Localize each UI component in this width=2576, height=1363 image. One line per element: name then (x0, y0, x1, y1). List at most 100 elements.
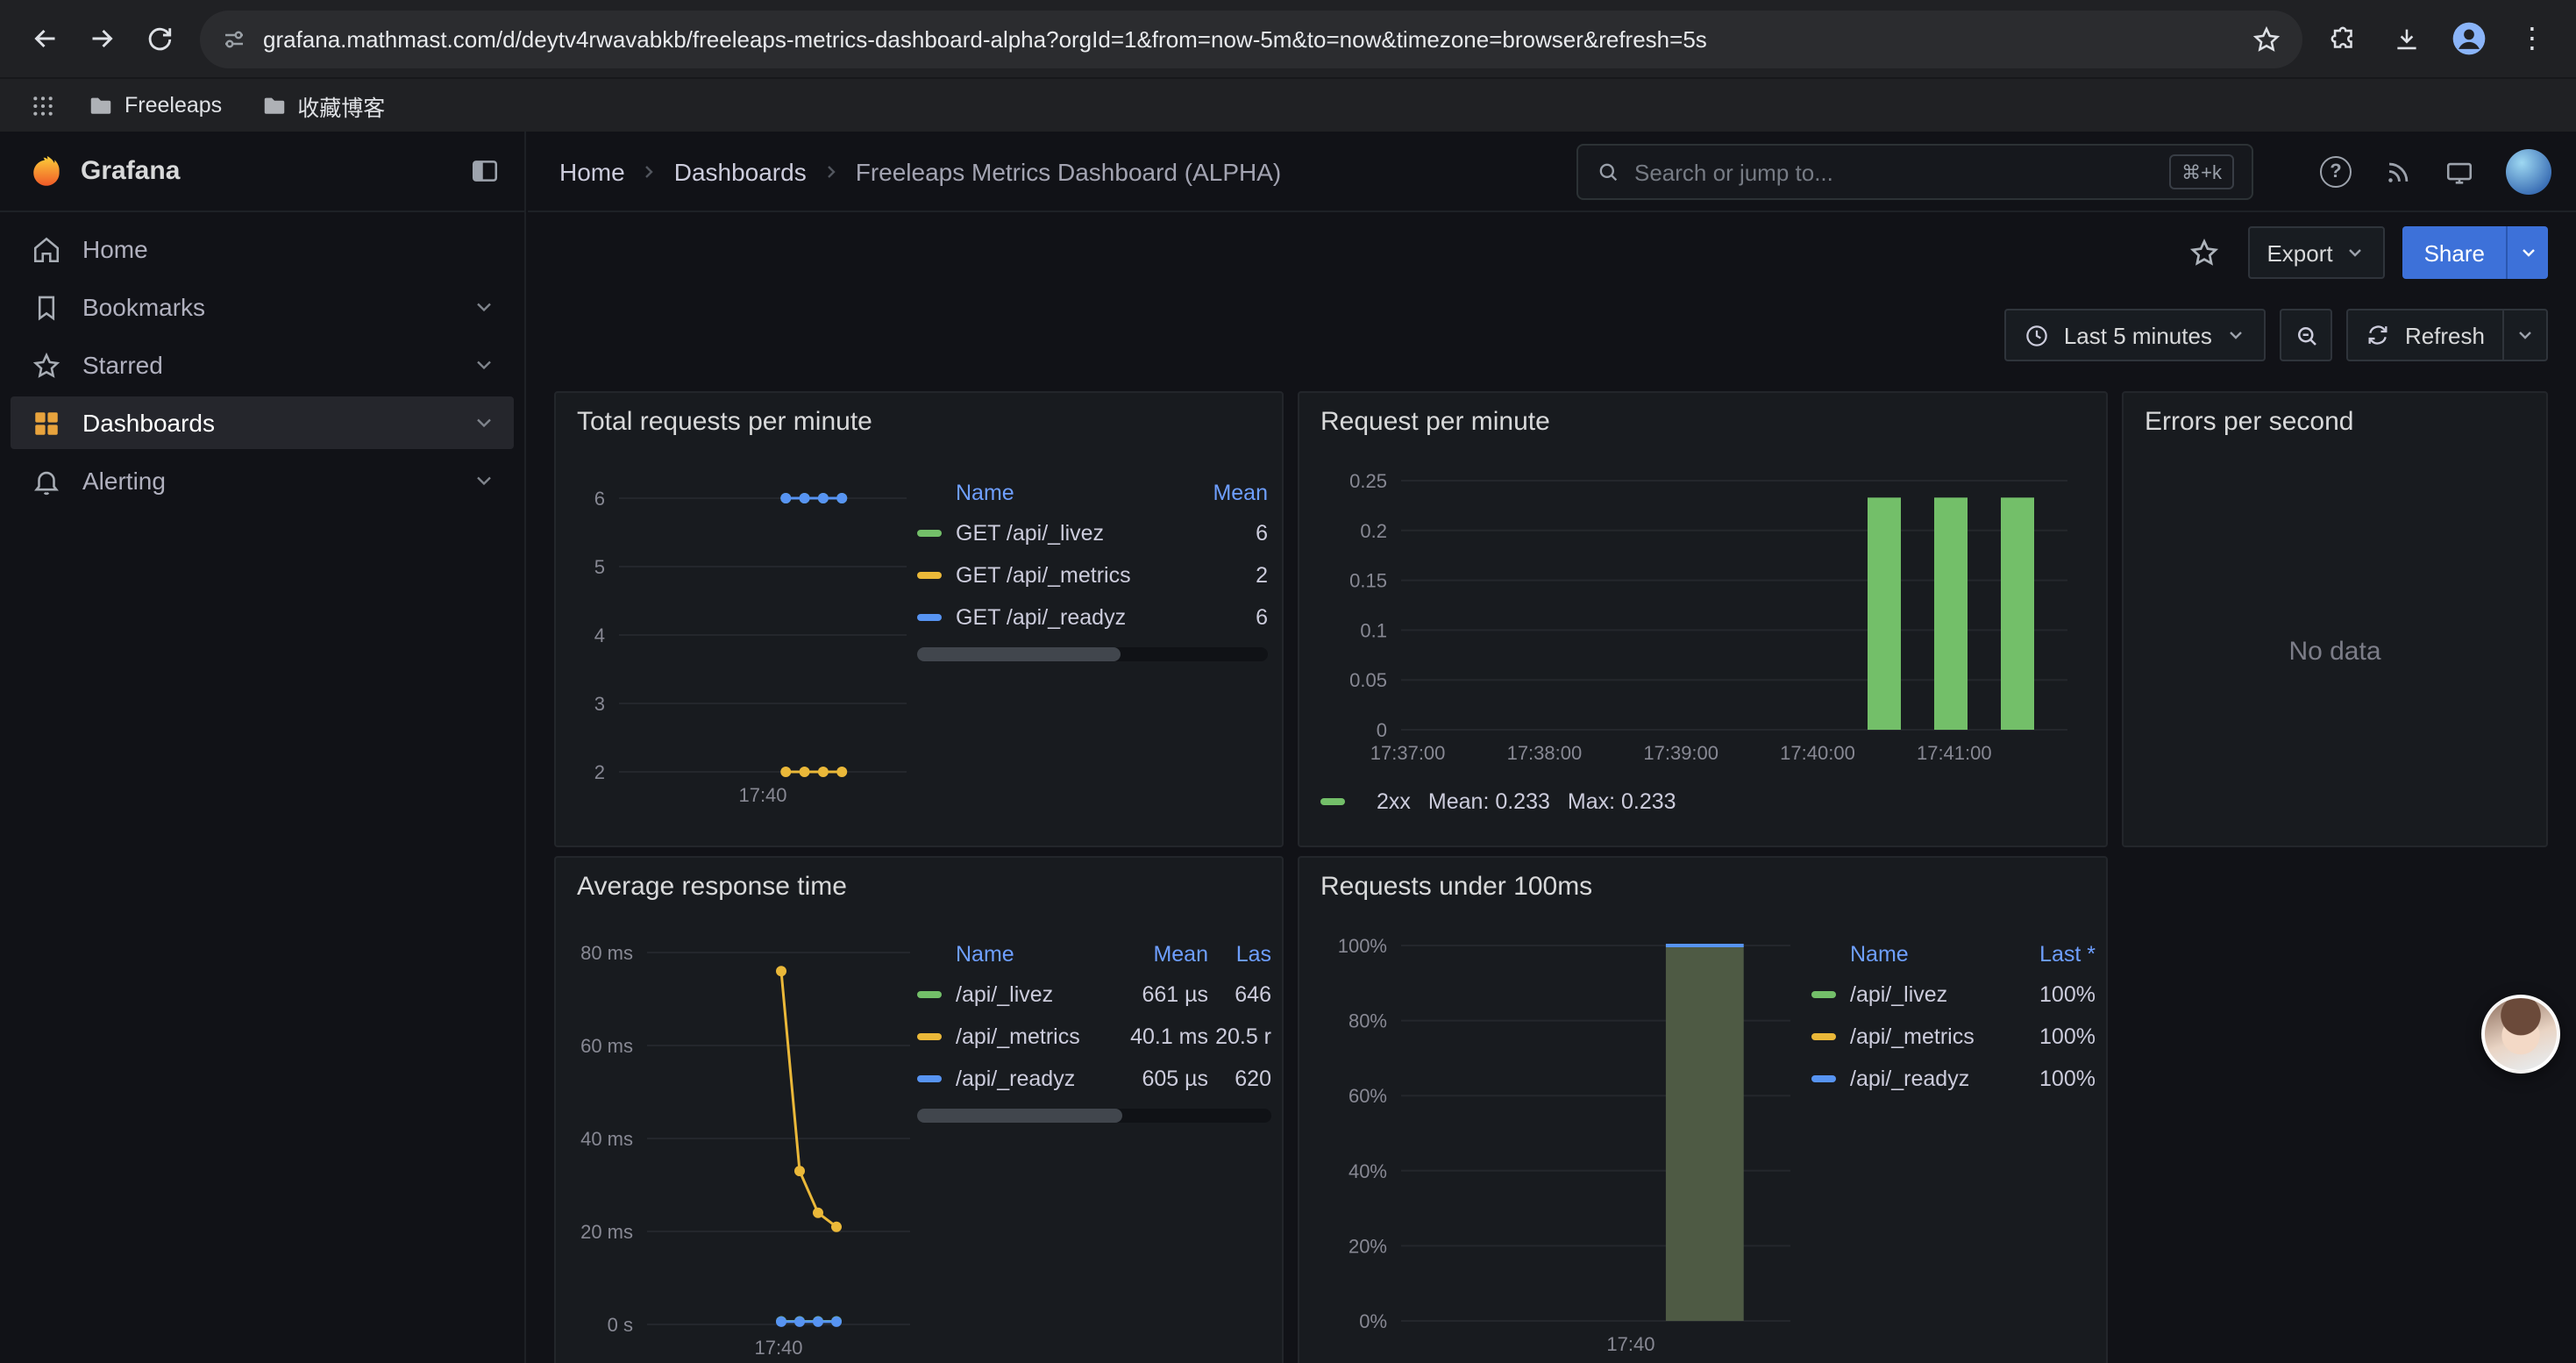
average-response-time-chart[interactable]: 80 ms60 ms40 ms20 ms0 s17:40 (566, 935, 924, 1363)
sidebar-nav: Home Bookmarks Starred Dashboards (0, 223, 524, 507)
chevron-down-icon[interactable] (472, 468, 496, 493)
bookmark-item-blogs[interactable]: 收藏博客 (246, 83, 399, 127)
reload-button[interactable] (130, 11, 186, 67)
apps-grid-button[interactable] (21, 84, 63, 126)
svg-text:100%: 100% (1338, 935, 1387, 957)
chevron-down-icon[interactable] (472, 410, 496, 435)
browser-menu-button[interactable]: ⋮ (2506, 12, 2558, 65)
panel-title[interactable]: Request per minute (1320, 407, 1550, 437)
svg-text:0.15: 0.15 (1349, 570, 1387, 592)
refresh-caret-button[interactable] (2502, 309, 2548, 361)
share-caret-button[interactable] (2506, 226, 2548, 279)
scrollbar-thumb[interactable] (917, 647, 1121, 661)
time-range-picker[interactable]: Last 5 minutes (2004, 309, 2266, 361)
total-requests-chart[interactable]: 6543217:40 (566, 474, 921, 824)
profile-button[interactable] (2443, 12, 2495, 65)
legend-inline[interactable]: 2xx Mean: 0.233 Max: 0.233 (1320, 789, 1676, 814)
back-button[interactable] (18, 11, 74, 67)
url-bar[interactable]: grafana.mathmast.com/d/deytv4rwavabkb/fr… (200, 10, 2302, 68)
svg-text:3: 3 (594, 693, 605, 715)
series-name: /api/_readyz (956, 1067, 1110, 1091)
menu-icon: ⋮ (2518, 21, 2546, 56)
extensions-button[interactable] (2316, 12, 2369, 65)
time-caret-icon (2226, 325, 2247, 346)
svg-text:0.05: 0.05 (1349, 669, 1387, 691)
search-input[interactable] (1634, 159, 2155, 185)
sidebar-toggle-button[interactable] (470, 156, 500, 186)
assistant-avatar[interactable] (2481, 995, 2560, 1074)
series-color-dash (917, 1075, 942, 1082)
rss-icon[interactable] (2383, 157, 2413, 187)
export-label: Export (2266, 239, 2332, 266)
refresh-caret-icon (2515, 325, 2536, 346)
chevron-down-icon[interactable] (472, 353, 496, 377)
series-mean: Mean: 0.233 (1428, 789, 1550, 814)
legend-row[interactable]: GET /api/_readyz6 (917, 596, 1268, 639)
monitor-icon[interactable] (2444, 157, 2474, 187)
sidebar-item-home[interactable]: Home (11, 223, 514, 275)
extensions-icon (2328, 24, 2358, 54)
panel-requests-under-100ms: Requests under 100ms 100%80%60%40%20%0%1… (1298, 856, 2108, 1363)
star-icon (2188, 237, 2219, 268)
panel-title[interactable]: Average response time (577, 872, 847, 902)
bookmark-star-icon[interactable] (2252, 24, 2281, 54)
sidebar-item-alerting[interactable]: Alerting (11, 454, 514, 507)
bookmark-item-freeleaps[interactable]: Freeleaps (74, 87, 236, 124)
shortcut-chip: ⌘+k (2169, 154, 2234, 189)
forward-icon (86, 23, 117, 54)
chevron-down-icon[interactable] (472, 295, 496, 319)
legend-row[interactable]: /api/_livez100% (1811, 974, 2096, 1016)
refresh-button[interactable]: Refresh (2347, 309, 2502, 361)
panel-title[interactable]: Errors per second (2145, 407, 2353, 437)
legend-row[interactable]: GET /api/_livez6 (917, 512, 1268, 554)
requests-under-100ms-chart[interactable]: 100%80%60%40%20%0%17:40 (1317, 928, 1804, 1363)
legend-header: NameLast * (1811, 935, 2096, 974)
legend-row[interactable]: /api/_livez661 µs646 (917, 974, 1271, 1016)
zoom-out-button[interactable] (2281, 309, 2333, 361)
legend-header: NameMeanLas (917, 935, 1271, 974)
series-name: /api/_metrics (1850, 1024, 2011, 1049)
svg-text:4: 4 (594, 624, 605, 646)
request-per-minute-chart[interactable]: 0.250.20.150.10.05017:37:0017:38:0017:39… (1317, 463, 2089, 789)
svg-text:0 s: 0 s (608, 1314, 633, 1336)
profile-icon (2450, 19, 2488, 58)
downloads-button[interactable] (2380, 12, 2432, 65)
legend-row[interactable]: /api/_metrics40.1 ms20.5 r (917, 1016, 1271, 1058)
url-text: grafana.mathmast.com/d/deytv4rwavabkb/fr… (263, 25, 2236, 52)
breadcrumb-chevron-icon (639, 161, 660, 182)
user-avatar[interactable] (2506, 149, 2551, 195)
refresh-split-button: Refresh (2347, 309, 2548, 361)
svg-text:0.1: 0.1 (1360, 619, 1387, 641)
legend-row[interactable]: GET /api/_metrics2 (917, 554, 1268, 596)
scrollbar-thumb[interactable] (917, 1109, 1122, 1123)
legend-row[interactable]: /api/_metrics100% (1811, 1016, 2096, 1058)
legend-row[interactable]: /api/_readyz100% (1811, 1058, 2096, 1100)
help-icon[interactable]: ? (2320, 156, 2352, 188)
panel-title[interactable]: Total requests per minute (577, 407, 872, 437)
legend-row[interactable]: /api/_readyz605 µs620 (917, 1058, 1271, 1100)
breadcrumb-dashboards[interactable]: Dashboards (674, 158, 807, 186)
favorite-star-button[interactable] (2177, 226, 2230, 279)
breadcrumb-home[interactable]: Home (559, 158, 625, 186)
svg-text:17:40:00: 17:40:00 (1780, 742, 1855, 764)
export-button[interactable]: Export (2247, 226, 2385, 279)
sidebar-item-dashboards[interactable]: Dashboards (11, 396, 514, 449)
legend-scrollbar[interactable] (917, 1109, 1271, 1123)
breadcrumb-current: Freeleaps Metrics Dashboard (ALPHA) (856, 158, 1282, 186)
search-box[interactable]: ⌘+k (1576, 144, 2253, 200)
forward-button[interactable] (74, 11, 130, 67)
series-value: 100% (2011, 1067, 2096, 1091)
sidebar-item-starred[interactable]: Starred (11, 339, 514, 391)
svg-text:17:37:00: 17:37:00 (1370, 742, 1446, 764)
share-button[interactable]: Share (2403, 226, 2506, 279)
legend-scrollbar[interactable] (917, 647, 1268, 661)
star-icon (32, 350, 61, 380)
series-value: 20.5 r (1208, 1024, 1271, 1049)
home-icon (32, 234, 61, 264)
site-settings-icon[interactable] (221, 25, 247, 52)
panel-title[interactable]: Requests under 100ms (1320, 872, 1592, 902)
svg-text:0.2: 0.2 (1360, 520, 1387, 542)
sidebar-item-bookmarks[interactable]: Bookmarks (11, 281, 514, 333)
export-caret-icon (2345, 242, 2366, 263)
series-value: 100% (2011, 982, 2096, 1007)
